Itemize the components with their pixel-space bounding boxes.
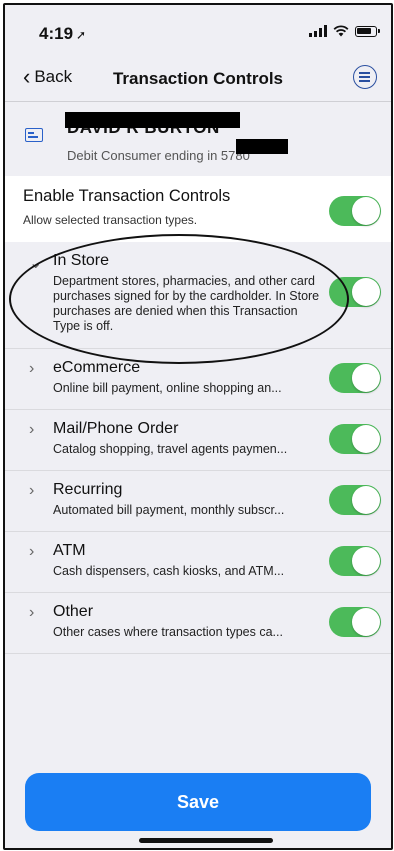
chevron-right-icon: › [29,360,35,377]
recurring-toggle[interactable] [329,485,381,515]
transaction-label: Recurring [53,481,123,498]
wifi-icon [333,25,349,37]
transaction-row-atm[interactable]: › ATM Cash dispensers, cash kiosks, and … [5,532,391,593]
transaction-label: ATM [53,542,86,559]
account-row: DAVID R BURTON Debit Consumer ending in … [5,102,391,176]
page-title: Transaction Controls [112,69,284,88]
transaction-description: Cash dispensers, cash kiosks, and ATM... [53,564,285,578]
transaction-row-other[interactable]: › Other Other cases where transaction ty… [5,593,391,654]
chevron-right-icon: › [29,604,35,621]
card-icon [25,128,43,142]
navigation-arrow-icon: ➚ [76,28,87,42]
redaction-bar [236,139,288,154]
transaction-description: Online bill payment, online shopping an.… [53,381,282,395]
transaction-description: Department stores, pharmacies, and other… [53,274,320,333]
transaction-row-recurring[interactable]: › Recurring Automated bill payment, mont… [5,471,391,532]
transaction-row-ecommerce[interactable]: › eCommerce Online bill payment, online … [5,349,391,410]
other-toggle[interactable] [329,607,381,637]
enable-subtitle: Allow selected transaction types. [23,213,198,227]
redaction-bar [65,112,240,128]
chevron-right-icon: › [29,543,35,560]
transaction-label: Other [53,603,94,620]
menu-icon[interactable] [353,65,377,89]
status-icons [309,25,380,37]
transaction-type-list: ⌄ In Store Department stores, pharmacies… [5,242,391,654]
chevron-down-icon: ⌄ [29,255,43,272]
status-time: 4:19 ➚ [39,24,87,43]
transaction-description: Automated bill payment, monthly subscr..… [53,503,285,517]
status-bar: 4:19 ➚ [5,5,391,57]
chevron-right-icon: › [29,421,35,438]
transaction-label: Mail/Phone Order [53,420,179,437]
transaction-description: Catalog shopping, travel agents paymen..… [53,442,288,456]
battery-icon [355,26,380,37]
signal-icon [309,25,327,37]
transaction-row-in-store[interactable]: ⌄ In Store Department stores, pharmacies… [5,242,391,349]
atm-toggle[interactable] [329,546,381,576]
phone-screen: 4:19➚ ‹ Back Transaction Controls DAVID … [3,3,393,850]
nav-bar: ‹ Back Transaction Controls [5,57,391,102]
mail-phone-order-toggle[interactable] [329,424,381,454]
in-store-toggle[interactable] [329,277,381,307]
transaction-label: eCommerce [53,359,141,376]
enable-controls-toggle[interactable] [329,196,381,226]
save-button[interactable]: Save [25,773,371,831]
ecommerce-toggle[interactable] [329,363,381,393]
account-description: Debit Consumer ending in 5780 [67,148,250,163]
transaction-label: In Store [53,252,110,269]
chevron-right-icon: › [29,482,35,499]
transaction-row-mail-phone-order[interactable]: › Mail/Phone Order Catalog shopping, tra… [5,410,391,471]
enable-controls-section: Enable Transaction Controls Allow select… [5,176,391,242]
home-indicator[interactable] [139,838,273,843]
transaction-description: Other cases where transaction types ca..… [53,625,283,639]
enable-title: Enable Transaction Controls [23,187,231,205]
